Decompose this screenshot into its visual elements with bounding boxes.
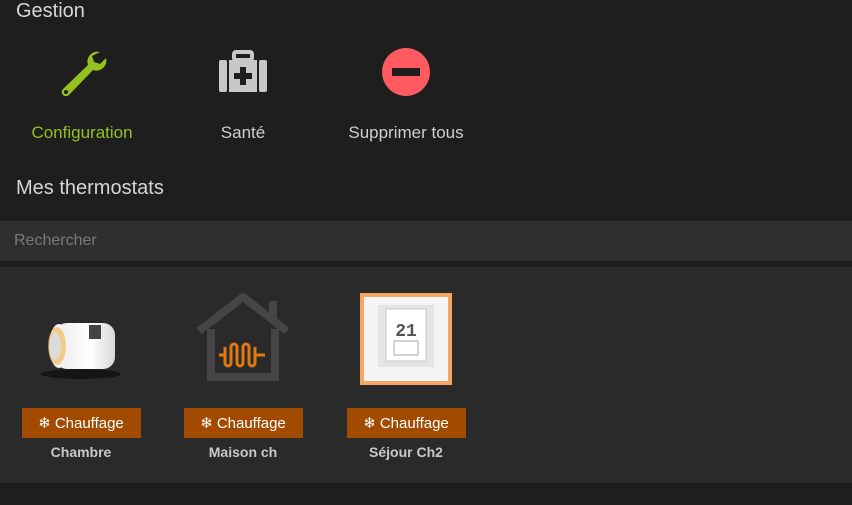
wrench-icon (54, 44, 110, 100)
snowflake-icon: ❄ (363, 415, 376, 432)
thermostat-name: Chambre (50, 444, 112, 460)
house-heating-icon (193, 289, 293, 389)
sante-label: Santé (220, 123, 266, 142)
thermostat-display-icon: 21 (356, 289, 456, 389)
minus-circle-icon (378, 44, 434, 100)
mode-label: Chauffage (379, 414, 449, 432)
thermostat-name: Maison ch (208, 444, 278, 460)
thermostat-display-value: 21 (395, 322, 417, 342)
thermostat-card-sejour[interactable]: 21 ❄ Chauffage Séjour Ch2 (341, 267, 471, 483)
thermostat-valve-icon (31, 289, 131, 389)
medkit-icon (215, 44, 271, 100)
configuration-button[interactable]: Configuration (0, 44, 164, 143)
delete-all-button[interactable]: Supprimer tous (324, 44, 488, 143)
snowflake-icon: ❄ (200, 415, 213, 432)
gestion-title: Gestion (16, 0, 85, 22)
thermostat-card-chambre[interactable]: ❄ Chauffage Chambre (16, 267, 146, 483)
mode-badge: ❄ Chauffage (346, 408, 466, 438)
thermostat-name: Séjour Ch2 (369, 444, 443, 460)
mode-label: Chauffage (54, 414, 124, 432)
search-input[interactable] (0, 221, 852, 261)
thermostat-card-maison[interactable]: ❄ Chauffage Maison ch (178, 267, 308, 483)
configuration-label: Configuration (31, 123, 133, 142)
mode-badge: ❄ Chauffage (183, 408, 303, 438)
thermostats-title: Mes thermostats (16, 177, 164, 199)
mode-badge: ❄ Chauffage (21, 408, 141, 438)
thermostat-list: ❄ Chauffage Chambre ❄ Chauffage Maison c… (0, 267, 852, 483)
sante-button[interactable]: Santé (161, 44, 325, 143)
delete-all-label: Supprimer tous (348, 123, 464, 142)
snowflake-icon: ❄ (38, 415, 51, 432)
mode-label: Chauffage (216, 414, 286, 432)
